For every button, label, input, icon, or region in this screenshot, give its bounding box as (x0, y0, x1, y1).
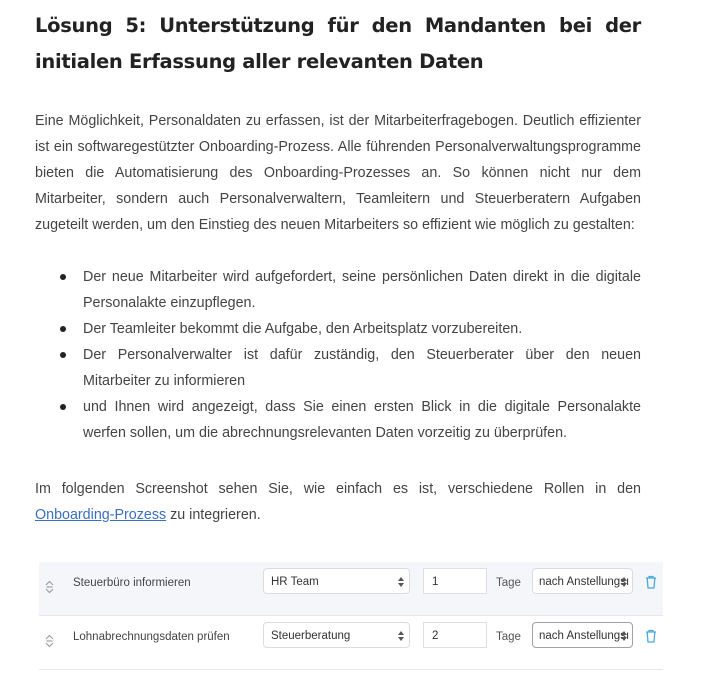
list-item: Der Teamleiter bekommt die Aufgabe, den … (35, 316, 641, 342)
task-name: Lohnabrechnungsdaten prüfen (73, 631, 230, 643)
section-heading: Lösung 5: Unterstützung für den Mandante… (35, 14, 641, 73)
reference-select[interactable]: nach Anstellungsı (532, 622, 633, 648)
days-unit-label: Tage (496, 631, 521, 643)
trash-icon[interactable] (645, 575, 657, 589)
drag-handle-icon[interactable] (45, 580, 54, 594)
list-item: und Ihnen wird angezeigt, dass Sie einen… (35, 394, 641, 446)
select-arrows-icon (398, 577, 404, 587)
reference-select[interactable]: nach Anstellungsı (532, 568, 633, 594)
days-input[interactable]: 1 (423, 568, 487, 594)
drag-handle-icon[interactable] (45, 634, 54, 648)
onboarding-link[interactable]: Onboarding-Prozess (35, 507, 166, 523)
onboarding-task-list: Steuerbüro informieren HR Team 1 Tage na… (39, 562, 663, 670)
select-arrows-icon (621, 577, 627, 587)
bullet-icon (60, 326, 66, 332)
bullet-icon (60, 352, 66, 358)
days-input[interactable]: 2 (423, 622, 487, 648)
task-row: Steuerbüro informieren HR Team 1 Tage na… (39, 562, 663, 616)
task-row: Lohnabrechnungsdaten prüfen Steuerberatu… (39, 616, 663, 670)
intro-paragraph: Eine Möglichkeit, Personaldaten zu erfas… (35, 113, 641, 233)
role-select[interactable]: HR Team (263, 568, 410, 594)
trash-icon[interactable] (645, 629, 657, 643)
outro-paragraph: Im folgenden Screenshot sehen Sie, wie e… (35, 481, 641, 523)
list-item: Der Personalverwalter ist dafür zuständi… (35, 342, 641, 394)
list-item: Der neue Mitarbeiter wird aufgefordert, … (35, 264, 641, 316)
task-name: Steuerbüro informieren (73, 577, 191, 589)
bullet-icon (60, 404, 66, 410)
bullet-icon (60, 274, 66, 280)
role-select[interactable]: Steuerberatung (263, 622, 410, 648)
days-unit-label: Tage (496, 577, 521, 589)
select-arrows-icon (621, 631, 627, 641)
bullet-list: Der neue Mitarbeiter wird aufgefordert, … (35, 264, 641, 446)
select-arrows-icon (398, 631, 404, 641)
